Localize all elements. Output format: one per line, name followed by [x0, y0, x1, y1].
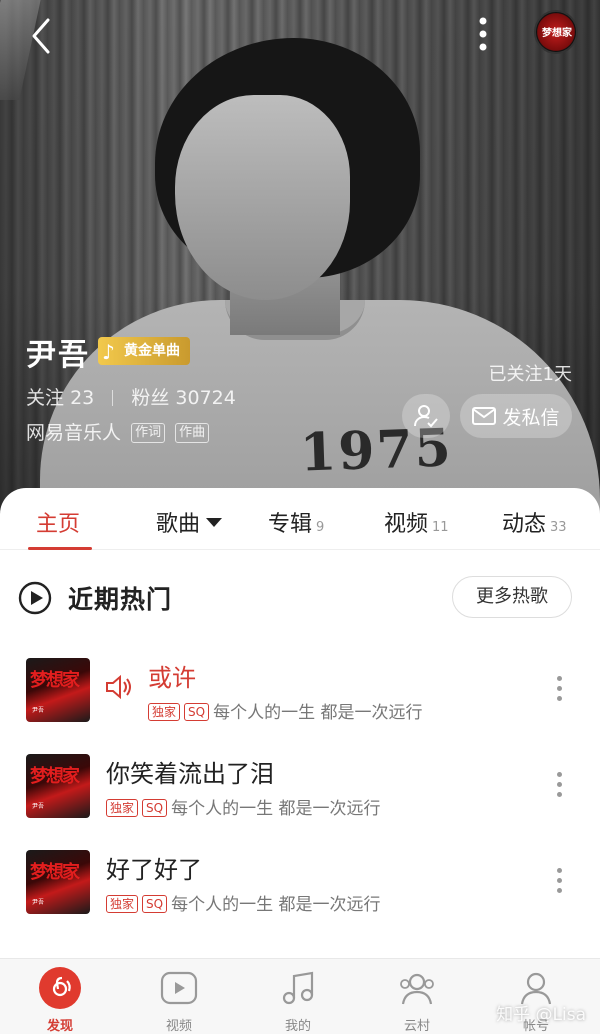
album-cover: 梦想家 尹吾: [26, 754, 90, 818]
nav-community[interactable]: 云村: [377, 967, 457, 1034]
tab-count: 11: [432, 520, 449, 535]
artist-content-card: 主页 歌曲 专辑 9 视频 11 动态 33 近期热门 更多热歌 梦想家 尹吾 …: [0, 488, 600, 958]
envelope-icon: [472, 407, 497, 425]
artist-hero-image: 1975 梦想家 尹吾 ♪ 黄金单曲 关注 23 粉丝 30724 网易音乐人 …: [0, 0, 600, 520]
play-circle-icon: [18, 581, 52, 615]
netease-music-icon: [39, 967, 81, 1009]
sq-tag: SQ: [142, 799, 168, 817]
exclusive-tag: 独家: [106, 799, 139, 817]
tab-label: 动态: [502, 512, 547, 537]
exclusive-tag: 独家: [106, 895, 139, 913]
music-note-icon: [277, 967, 319, 1009]
nav-label: 视频: [165, 1019, 192, 1034]
tab-videos[interactable]: 视频 11: [384, 506, 449, 538]
nav-video[interactable]: 视频: [139, 967, 219, 1034]
more-options-button[interactable]: [470, 14, 496, 58]
nav-label: 云村: [403, 1019, 430, 1034]
song-meta: 独家 SQ 每个人的一生 都是一次远行: [106, 794, 380, 819]
song-more-button[interactable]: [554, 676, 564, 706]
artist-tabs: 主页 歌曲 专辑 9 视频 11 动态 33: [0, 488, 600, 550]
album-cover: 梦想家 尹吾: [26, 658, 90, 722]
more-vertical-icon: [479, 17, 487, 51]
speaker-icon: [104, 674, 134, 700]
song-title: 好了好了: [106, 856, 202, 884]
section-title: 近期热门: [68, 585, 173, 614]
nav-label: 我的: [284, 1019, 311, 1034]
back-button[interactable]: [22, 16, 62, 56]
tab-count: 9: [316, 520, 325, 535]
album-thumb-label: 梦想家: [542, 28, 572, 39]
fans-count[interactable]: 30724: [175, 387, 235, 409]
nav-discover[interactable]: 发现: [20, 967, 100, 1034]
divider: [112, 390, 114, 406]
active-tab-indicator: [28, 547, 92, 550]
video-play-icon: [158, 967, 200, 1009]
song-album: 每个人的一生 都是一次远行: [171, 799, 381, 819]
fans-label[interactable]: 粉丝: [131, 387, 169, 409]
followed-duration: 已关注1天: [488, 364, 572, 385]
play-all-button[interactable]: [18, 581, 52, 615]
following-count[interactable]: 23: [70, 387, 94, 409]
user-check-icon: [414, 405, 438, 428]
song-row[interactable]: 梦想家 尹吾 好了好了 独家 SQ 每个人的一生 都是一次远行: [0, 836, 600, 926]
send-message-button[interactable]: 发私信: [460, 394, 572, 438]
chevron-left-icon: [32, 18, 50, 54]
song-title: 或许: [148, 664, 196, 692]
song-title: 你笑着流出了泪: [106, 760, 274, 788]
role-tag-composer: 作曲: [175, 423, 210, 443]
zhihu-watermark: 知乎 @Lisa: [496, 1005, 586, 1025]
exclusive-tag: 独家: [148, 703, 181, 721]
tab-label: 主页: [36, 512, 81, 537]
community-icon: [396, 967, 438, 1009]
nav-label: 发现: [46, 1019, 73, 1034]
follow-stats: 关注 23 粉丝 30724: [26, 383, 236, 410]
music-note-icon: ♪: [102, 340, 115, 364]
tab-label: 歌曲: [156, 512, 201, 537]
artist-name: 尹吾: [26, 338, 90, 373]
musician-info: 网易音乐人 作词 作曲: [26, 418, 210, 445]
unfollow-button[interactable]: [402, 394, 450, 438]
following-label[interactable]: 关注: [26, 387, 64, 409]
sq-tag: SQ: [184, 703, 210, 721]
song-meta: 独家 SQ 每个人的一生 都是一次远行: [106, 890, 380, 915]
role-tag-lyrics: 作词: [131, 423, 166, 443]
nav-mine[interactable]: 我的: [258, 967, 338, 1034]
caret-down-icon: [206, 518, 223, 527]
badge-label: 黄金单曲: [124, 343, 180, 359]
album-cover: 梦想家 尹吾: [26, 850, 90, 914]
song-row[interactable]: 梦想家 尹吾 你笑着流出了泪 独家 SQ 每个人的一生 都是一次远行: [0, 740, 600, 830]
artist-page: 1975 梦想家 尹吾 ♪ 黄金单曲 关注 23 粉丝 30724 网易音乐人 …: [0, 0, 600, 1034]
tab-count: 33: [550, 520, 567, 535]
tab-activity[interactable]: 动态 33: [502, 506, 567, 538]
gold-single-badge[interactable]: ♪ 黄金单曲: [98, 337, 190, 365]
tab-albums[interactable]: 专辑 9: [268, 506, 324, 538]
song-album: 每个人的一生 都是一次远行: [171, 895, 381, 915]
song-row[interactable]: 梦想家 尹吾 或许 独家 SQ 每个人的一生 都是一次远行: [0, 644, 600, 734]
tab-label: 专辑: [268, 512, 313, 537]
more-hot-songs-button[interactable]: 更多热歌: [452, 576, 572, 618]
tab-home[interactable]: 主页: [36, 506, 80, 538]
now-playing-album-thumb[interactable]: 梦想家: [534, 10, 578, 54]
sq-tag: SQ: [142, 895, 168, 913]
musician-label: 网易音乐人: [26, 422, 122, 444]
song-more-button[interactable]: [554, 868, 564, 898]
send-message-label: 发私信: [502, 406, 560, 429]
song-meta: 独家 SQ 每个人的一生 都是一次远行: [148, 698, 422, 723]
tab-label: 视频: [384, 512, 429, 537]
hot-section-header: 近期热门 更多热歌: [18, 576, 582, 620]
song-more-button[interactable]: [554, 772, 564, 802]
tab-songs[interactable]: 歌曲: [156, 506, 223, 538]
song-album: 每个人的一生 都是一次远行: [213, 703, 423, 723]
